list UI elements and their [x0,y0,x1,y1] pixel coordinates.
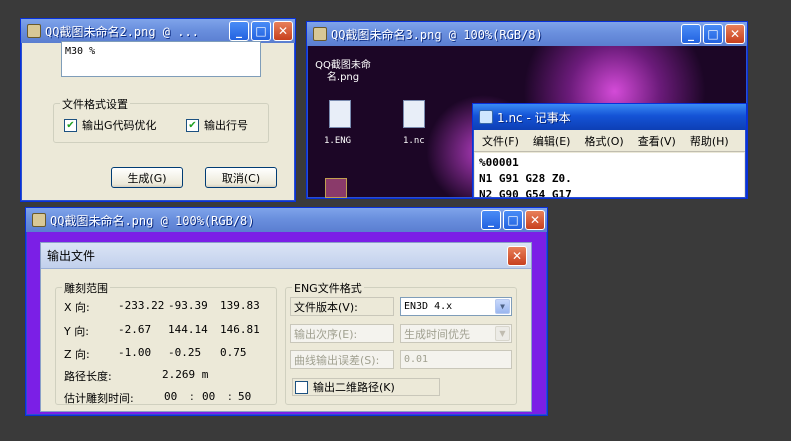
tolerance-label-field: 曲线输出误差(S): [290,350,394,369]
nc-file-icon[interactable] [403,100,425,128]
time-separator: : [228,390,232,403]
output-2d-checkbox[interactable]: 输出二维路径(K) [292,378,440,396]
version-label: 文件版本(V): [294,300,358,314]
dialog-titlebar[interactable]: 输出文件 ✕ [41,243,531,269]
checkbox-empty-icon [295,380,308,394]
desktop-icon-label[interactable]: QQ截图未命名.png [313,60,373,84]
textarea-text: M30 % [65,46,96,57]
window-title: QQ截图未命名.png @ 100%(RGB/8) [50,213,255,228]
range-value: -1.00 [118,346,152,359]
maximize-icon[interactable]: □ [703,24,723,44]
minimize-icon[interactable]: _ [681,24,701,44]
menu-file[interactable]: 文件(F) [482,133,519,149]
photoshop-doc-icon [313,27,327,41]
range-value: 0.75 [220,346,247,359]
window-title: QQ截图未命名2.png @ ... [45,24,199,39]
checkbox-label: 输出二维路径(K) [313,381,395,394]
order-label-field: 输出次序(E): [290,324,394,343]
titlebar-notepad[interactable]: 1.nc - 记事本 [473,104,746,130]
order-label: 输出次序(E): [294,327,358,341]
generate-button[interactable]: 生成(G) [111,167,183,188]
eng-format-group: ENG文件格式 文件版本(V): EN3D 4.x ▼ 输出次序(E): 生成时间… [285,280,517,405]
photoshop-doc-icon [32,213,46,227]
range-value: -0.25 [168,346,202,359]
file-textarea[interactable]: M30 % [61,41,261,77]
photoshop-doc-icon [27,24,41,38]
notepad-menubar: 文件(F) 编辑(E) 格式(O) 查看(V) 帮助(H) [474,130,745,152]
tolerance-label: 曲线输出误差(S): [294,353,380,367]
version-label-field: 文件版本(V): [290,297,394,316]
close-icon[interactable]: ✕ [725,24,745,44]
minimize-icon[interactable]: _ [229,21,249,41]
path-length-value: 2.269 m [162,368,209,381]
optimize-checkbox[interactable]: ✔ 输出G代码优化 [64,117,157,133]
axis-label: Z 向: [64,348,90,361]
titlebar-qq3[interactable]: QQ截图未命名3.png @ 100%(RGB/8) _ □ ✕ [307,22,747,46]
range-value: -93.39 [168,299,208,312]
group-label: 文件格式设置 [60,96,130,112]
checkbox-label: 输出G代码优化 [82,119,157,132]
tolerance-input[interactable]: 0.01 [400,350,512,369]
window-title: QQ截图未命名3.png @ 100%(RGB/8) [331,27,543,42]
menu-format[interactable]: 格式(O) [584,133,623,149]
tolerance-value: 0.01 [404,354,429,365]
order-select[interactable]: 生成时间优先 ▼ [400,324,512,343]
winrar-icon[interactable] [325,178,347,198]
dialog-title: 输出文件 [47,249,96,263]
close-icon[interactable]: ✕ [525,210,545,230]
minimize-icon[interactable]: _ [481,210,501,230]
window-title: 1.nc - 记事本 [497,110,571,125]
checkbox-label: 输出行号 [204,119,248,132]
group-label: 雕刻范围 [62,280,110,296]
axis-label: Y 向: [64,325,89,338]
path-length-label: 路径长度: [64,370,112,383]
window-notepad: 1.nc - 记事本 文件(F) 编辑(E) 格式(O) 查看(V) 帮助(H)… [472,103,747,199]
menu-help[interactable]: 帮助(H) [690,133,729,149]
time-separator: : [190,390,194,403]
window-qq1: QQ截图未命名.png @ 100%(RGB/8) _ □ ✕ 输出文件 ✕ 雕… [25,207,548,416]
time-label: 估计雕刻时间: [64,392,134,405]
menu-view[interactable]: 查看(V) [638,133,676,149]
eng-file-label: 1.ENG [324,136,352,146]
checkmark-icon: ✔ [186,118,199,132]
maximize-icon[interactable]: □ [503,210,523,230]
nc-file-label: 1.nc [403,136,425,146]
range-value: -233.22 [118,299,165,312]
chevron-down-icon[interactable]: ▼ [495,299,510,314]
code-line: N2 G90 G54 G17 [479,188,572,197]
code-line: %00001 [479,156,519,169]
line-number-checkbox[interactable]: ✔ 输出行号 [186,117,248,133]
checkmark-icon: ✔ [64,118,77,132]
range-value: 144.14 [168,323,208,336]
titlebar-qq1[interactable]: QQ截图未命名.png @ 100%(RGB/8) _ □ ✕ [26,208,547,232]
time-seconds: 50 [238,390,252,403]
titlebar-qq2[interactable]: QQ截图未命名2.png @ ... _ □ ✕ [21,19,295,43]
menu-edit[interactable]: 编辑(E) [533,133,571,149]
window-qq2: QQ截图未命名2.png @ ... _ □ ✕ M30 % 文件格式设置 ✔ 输… [20,18,296,202]
axis-label: X 向: [64,301,90,314]
cancel-button[interactable]: 取消(C) [205,167,277,188]
order-value: 生成时间优先 [404,327,470,341]
eng-file-icon[interactable] [329,100,351,128]
time-minutes: 00 [202,390,216,403]
range-value: 139.83 [220,299,260,312]
range-group: 雕刻范围 X 向: -233.22 -93.39 139.83 Y 向: -2.… [55,280,277,405]
version-value: EN3D 4.x [404,301,453,312]
chevron-down-icon[interactable]: ▼ [495,326,510,341]
notepad-icon [479,110,493,124]
close-icon[interactable]: ✕ [507,245,527,266]
code-line: N1 G91 G28 Z0. [479,172,572,185]
time-hours: 00 [164,390,178,403]
version-select[interactable]: EN3D 4.x ▼ [400,297,512,316]
group-label: ENG文件格式 [292,280,364,296]
maximize-icon[interactable]: □ [251,21,271,41]
range-value: 146.81 [220,323,260,336]
close-icon[interactable]: ✕ [273,21,293,41]
file-format-group: 文件格式设置 ✔ 输出G代码优化 ✔ 输出行号 [53,96,269,143]
notepad-text-area[interactable]: %00001 N1 G91 G28 Z0. N2 G90 G54 G17 [475,153,744,197]
range-value: -2.67 [118,323,152,336]
output-dialog: 输出文件 ✕ 雕刻范围 X 向: -233.22 -93.39 139.83 Y… [40,242,532,412]
